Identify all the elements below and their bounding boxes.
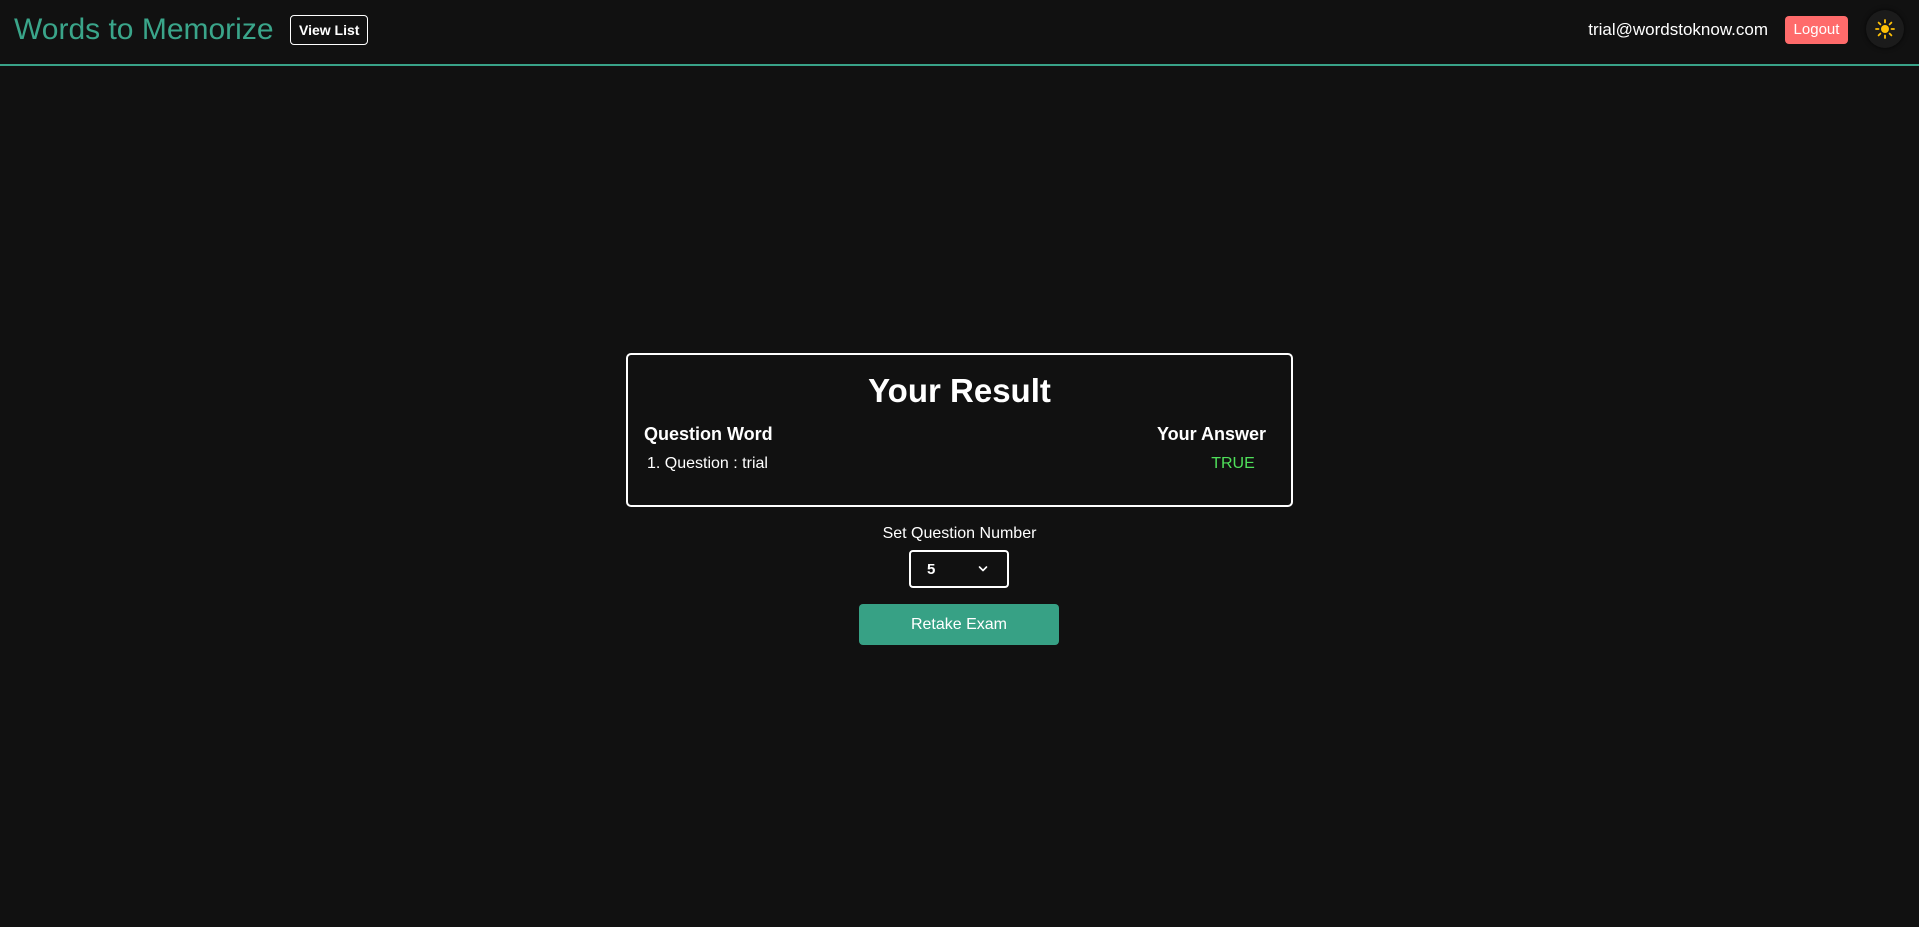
result-card: Your Result Question Word Your Answer 1.… [626, 353, 1293, 507]
result-title: Your Result [868, 372, 1051, 409]
logout-button[interactable]: Logout [1785, 16, 1848, 44]
top-navbar: Words to Memorize View List trial@wordst… [0, 0, 1919, 66]
result-row-answer: TRUE [1211, 455, 1255, 472]
result-row-question: 1. Question : trial [647, 455, 768, 472]
view-list-button[interactable]: View List [290, 15, 369, 45]
question-word-header: Question Word [644, 424, 773, 444]
question-number-select[interactable]: 5 [909, 550, 1009, 588]
question-number-value: 5 [927, 561, 936, 578]
app-title[interactable]: Words to Memorize [14, 12, 274, 48]
theme-toggle-button[interactable] [1866, 10, 1904, 48]
sun-icon [1875, 19, 1895, 39]
user-email: trial@wordstoknow.com [1588, 20, 1768, 39]
retake-exam-button[interactable]: Retake Exam [859, 604, 1059, 645]
chevron-down-icon [978, 566, 988, 572]
set-question-number-label: Set Question Number [882, 525, 1037, 542]
your-answer-header: Your Answer [1156, 424, 1266, 444]
